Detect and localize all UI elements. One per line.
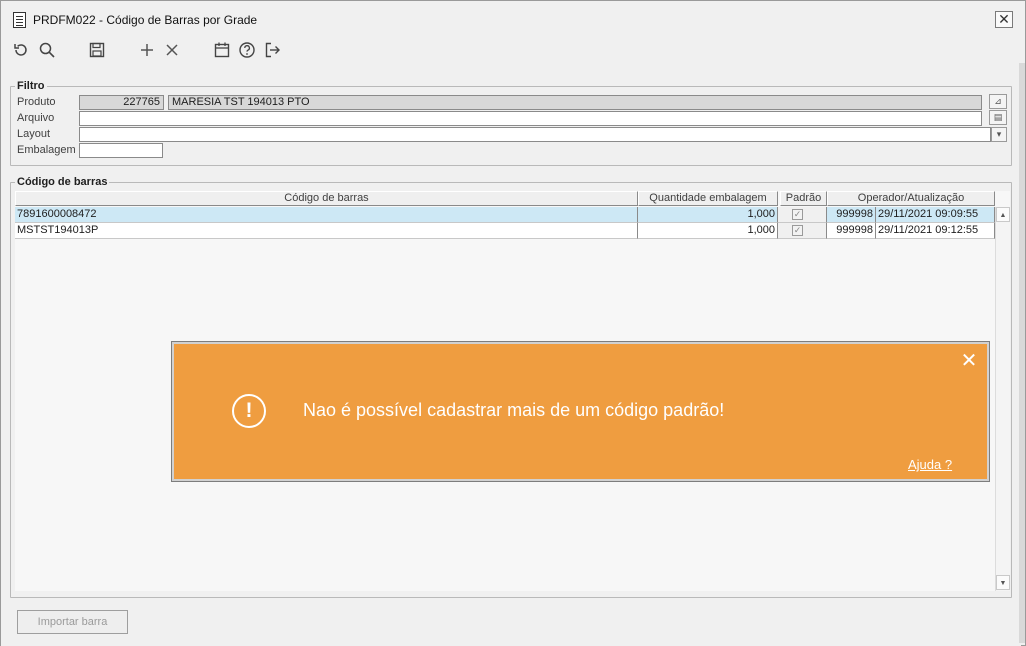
cell-atualizacao[interactable]: 29/11/2021 09:12:55 (876, 223, 995, 239)
cell-codigo[interactable]: 7891600008472 (15, 207, 638, 223)
help-icon[interactable] (236, 39, 258, 61)
window-scrollbar[interactable] (1019, 63, 1025, 643)
error-toast: ✕ ! Nao é possível cadastrar mais de um … (172, 342, 989, 481)
layout-label: Layout (17, 128, 51, 140)
scroll-up-icon[interactable]: ▲ (996, 207, 1010, 222)
grid-vertical-scrollbar[interactable]: ▲ ▼ (995, 207, 1010, 591)
layout-select[interactable] (79, 127, 991, 142)
padrao-checkbox[interactable]: ✓ (792, 225, 803, 236)
calendar-icon[interactable] (211, 39, 233, 61)
help-link[interactable]: Ajuda ? (908, 457, 952, 472)
produto-code-field[interactable]: 227765 (79, 95, 164, 110)
toast-message: Nao é possível cadastrar mais de um códi… (303, 400, 725, 420)
document-icon (13, 12, 26, 28)
search-icon[interactable] (36, 39, 58, 61)
save-icon[interactable] (86, 39, 108, 61)
cell-atualizacao[interactable]: 29/11/2021 09:09:55 (876, 207, 995, 223)
arquivo-label: Arquivo (17, 112, 55, 124)
arquivo-field[interactable] (79, 111, 982, 126)
embalagem-label: Embalagem (17, 144, 76, 156)
padrao-checkbox[interactable]: ✓ (792, 209, 803, 220)
warning-icon: ! (232, 394, 266, 428)
filtro-legend: Filtro (17, 80, 45, 92)
add-icon[interactable] (136, 39, 158, 61)
barcodes-legend: Código de barras (17, 176, 108, 188)
importar-barra-button[interactable]: Importar barra (17, 610, 128, 634)
embalagem-field[interactable] (79, 143, 163, 158)
title-bar: PRDFM022 - Código de Barras por Grade ✕ (1, 1, 1025, 37)
pin-icon[interactable]: ⊿ (989, 94, 1007, 109)
cell-operador[interactable]: 999998 (827, 223, 876, 239)
file-browse-icon[interactable]: ▤ (989, 110, 1007, 125)
cell-padrao[interactable]: ✓ (778, 223, 827, 239)
produto-label: Produto (17, 96, 56, 108)
produto-description-field[interactable]: MARESIA TST 194013 PTO (168, 95, 982, 110)
exit-icon[interactable] (261, 39, 283, 61)
cell-codigo[interactable]: MSTST194013P (15, 223, 638, 239)
close-icon[interactable]: ✕ (960, 351, 978, 371)
toolbar (1, 37, 1017, 63)
window-close-button[interactable]: ✕ (995, 11, 1013, 28)
chevron-down-icon[interactable]: ▾ (991, 127, 1007, 142)
column-header-codigo[interactable]: Código de barras (15, 191, 638, 206)
cell-quantidade[interactable]: 1,000 (638, 223, 778, 239)
cell-operador[interactable]: 999998 (827, 207, 876, 223)
column-header-quantidade[interactable]: Quantidade embalagem (638, 191, 778, 206)
column-header-padrao[interactable]: Padrão (780, 191, 827, 206)
delete-icon[interactable] (161, 39, 183, 61)
cell-padrao[interactable]: ✓ (778, 207, 827, 223)
cell-quantidade[interactable]: 1,000 (638, 207, 778, 223)
scroll-down-icon[interactable]: ▼ (996, 575, 1010, 590)
column-header-operador[interactable]: Operador/Atualização (827, 191, 995, 206)
undo-icon[interactable] (10, 39, 32, 61)
window-title: PRDFM022 - Código de Barras por Grade (33, 13, 258, 27)
app-window: PRDFM022 - Código de Barras por Grade ✕ (0, 0, 1026, 646)
